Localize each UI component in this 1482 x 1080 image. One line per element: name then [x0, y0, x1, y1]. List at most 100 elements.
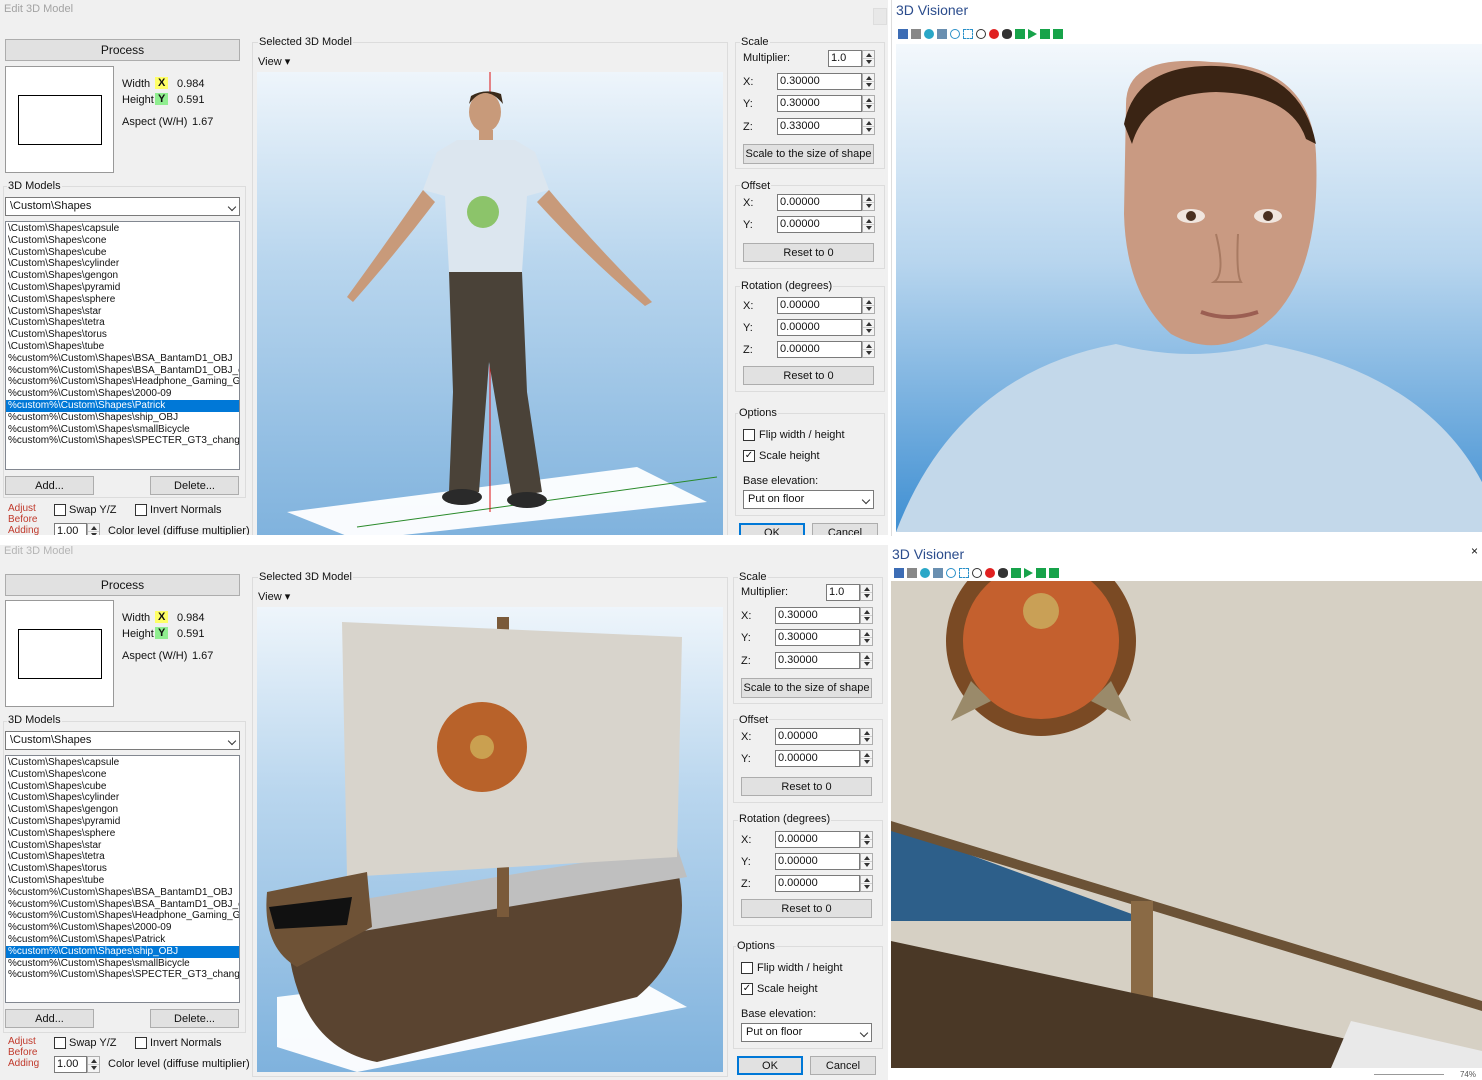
rotation-x-input[interactable]: 0.00000: [775, 831, 860, 848]
close-button[interactable]: [873, 8, 887, 25]
scale-y-spinner[interactable]: [862, 95, 875, 112]
scale-y-spinner[interactable]: [860, 629, 873, 646]
invert-normals-checkbox[interactable]: [135, 504, 147, 516]
ok-button[interactable]: OK: [739, 523, 805, 535]
view-menu[interactable]: View ▾: [258, 55, 290, 68]
list-item[interactable]: \Custom\Shapes\gengon: [6, 804, 239, 816]
save-icon[interactable]: [898, 29, 908, 39]
scale-x-spinner[interactable]: [862, 73, 875, 90]
flip-checkbox[interactable]: [741, 962, 753, 974]
list-item[interactable]: %custom%\Custom\Shapes\ship_OBJ: [6, 412, 239, 424]
print-icon[interactable]: [907, 568, 917, 578]
rotation-reset-button[interactable]: Reset to 0: [741, 899, 872, 918]
list-item[interactable]: %custom%\Custom\Shapes\BSA_BantamD1_OBJ_…: [6, 899, 239, 911]
rotation-y-spinner[interactable]: [860, 853, 873, 870]
scale-height-checkbox[interactable]: ✓: [743, 450, 755, 462]
multiplier-spinner[interactable]: [862, 50, 875, 67]
process-button[interactable]: Process: [5, 39, 240, 61]
eye-icon[interactable]: [998, 568, 1008, 578]
list-item[interactable]: \Custom\Shapes\capsule: [6, 223, 239, 235]
save-icon[interactable]: [894, 568, 904, 578]
list-item[interactable]: %custom%\Custom\Shapes\Patrick: [6, 399, 239, 412]
swap-yz-checkbox[interactable]: [54, 504, 66, 516]
close-icon[interactable]: ×: [1471, 544, 1478, 558]
offset-y-input[interactable]: 0.00000: [777, 216, 862, 233]
camera-icon[interactable]: [924, 29, 934, 39]
list-item[interactable]: \Custom\Shapes\cone: [6, 235, 239, 247]
scale-z-spinner[interactable]: [862, 118, 875, 135]
light-icon[interactable]: [976, 29, 986, 39]
scale-z-input[interactable]: 0.30000: [775, 652, 860, 669]
offset-reset-button[interactable]: Reset to 0: [743, 243, 874, 262]
list-item[interactable]: \Custom\Shapes\cone: [6, 769, 239, 781]
model-viewport[interactable]: [257, 607, 723, 1072]
list-item[interactable]: \Custom\Shapes\torus: [6, 863, 239, 875]
list-item[interactable]: %custom%\Custom\Shapes\Headphone_Gaming_…: [6, 376, 239, 388]
rotation-z-spinner[interactable]: [860, 875, 873, 892]
list-item[interactable]: \Custom\Shapes\star: [6, 840, 239, 852]
offset-x-spinner[interactable]: [860, 728, 873, 745]
list-item[interactable]: %custom%\Custom\Shapes\BSA_BantamD1_OBJ: [6, 353, 239, 365]
base-elevation-select[interactable]: Put on floor: [741, 1023, 872, 1042]
folder-select[interactable]: \Custom\Shapes: [5, 731, 240, 750]
invert-normals-checkbox[interactable]: [135, 1037, 147, 1049]
rotation-reset-button[interactable]: Reset to 0: [743, 366, 874, 385]
scale-height-checkbox[interactable]: ✓: [741, 983, 753, 995]
cancel-button[interactable]: Cancel: [810, 1056, 876, 1075]
play-icon[interactable]: [1028, 29, 1037, 39]
list-item[interactable]: \Custom\Shapes\cylinder: [6, 258, 239, 270]
list-item[interactable]: \Custom\Shapes\gengon: [6, 270, 239, 282]
orbit-icon[interactable]: [950, 29, 960, 39]
list-item[interactable]: %custom%\Custom\Shapes\Patrick: [6, 934, 239, 946]
list-item[interactable]: %custom%\Custom\Shapes\SPECTER_GT3_chang…: [6, 969, 239, 981]
color-level-input[interactable]: 1.00: [54, 1056, 87, 1073]
list-item[interactable]: %custom%\Custom\Shapes\Headphone_Gaming_…: [6, 910, 239, 922]
offset-y-input[interactable]: 0.00000: [775, 750, 860, 767]
scale-to-shape-button[interactable]: Scale to the size of shape: [741, 678, 872, 698]
offset-x-spinner[interactable]: [862, 194, 875, 211]
flip-checkbox[interactable]: [743, 429, 755, 441]
skip-forward-icon[interactable]: [1049, 568, 1059, 578]
visioner-viewport[interactable]: [896, 44, 1482, 532]
models-list[interactable]: \Custom\Shapes\capsule \Custom\Shapes\con…: [5, 755, 240, 1003]
print-icon[interactable]: [911, 29, 921, 39]
list-item[interactable]: \Custom\Shapes\tube: [6, 875, 239, 887]
color-level-spinner[interactable]: [87, 1056, 100, 1073]
delete-button[interactable]: Delete...: [150, 476, 239, 495]
record-icon[interactable]: [985, 568, 995, 578]
eye-icon[interactable]: [1002, 29, 1012, 39]
list-item[interactable]: \Custom\Shapes\cube: [6, 781, 239, 793]
grid-icon[interactable]: [937, 29, 947, 39]
list-item[interactable]: %custom%\Custom\Shapes\BSA_BantamD1_OBJ_…: [6, 365, 239, 377]
rotation-y-input[interactable]: 0.00000: [777, 319, 862, 336]
offset-y-spinner[interactable]: [860, 750, 873, 767]
skip-back-icon[interactable]: [1011, 568, 1021, 578]
scale-x-input[interactable]: 0.30000: [777, 73, 862, 90]
cancel-button[interactable]: Cancel: [812, 523, 878, 535]
multiplier-spinner[interactable]: [860, 584, 873, 601]
scale-z-spinner[interactable]: [860, 652, 873, 669]
list-item[interactable]: \Custom\Shapes\star: [6, 306, 239, 318]
base-elevation-select[interactable]: Put on floor: [743, 490, 874, 509]
rotation-z-spinner[interactable]: [862, 341, 875, 358]
list-item[interactable]: \Custom\Shapes\torus: [6, 329, 239, 341]
models-list[interactable]: \Custom\Shapes\capsule \Custom\Shapes\con…: [5, 221, 240, 470]
list-item[interactable]: %custom%\Custom\Shapes\BSA_BantamD1_OBJ: [6, 887, 239, 899]
color-level-spinner[interactable]: [87, 523, 100, 535]
offset-x-input[interactable]: 0.00000: [777, 194, 862, 211]
grid-icon[interactable]: [933, 568, 943, 578]
stop-icon[interactable]: [1036, 568, 1046, 578]
list-item[interactable]: %custom%\Custom\Shapes\smallBicycle: [6, 424, 239, 436]
swap-yz-checkbox[interactable]: [54, 1037, 66, 1049]
scale-to-shape-button[interactable]: Scale to the size of shape: [743, 144, 874, 164]
offset-reset-button[interactable]: Reset to 0: [741, 777, 872, 796]
multiplier-input[interactable]: 1.0: [828, 50, 862, 67]
scale-z-input[interactable]: 0.33000: [777, 118, 862, 135]
rotation-x-input[interactable]: 0.00000: [777, 297, 862, 314]
rotation-z-input[interactable]: 0.00000: [775, 875, 860, 892]
scale-y-input[interactable]: 0.30000: [775, 629, 860, 646]
list-item[interactable]: \Custom\Shapes\cylinder: [6, 792, 239, 804]
list-item[interactable]: %custom%\Custom\Shapes\smallBicycle: [6, 958, 239, 970]
skip-forward-icon[interactable]: [1053, 29, 1063, 39]
fit-icon[interactable]: [959, 568, 969, 578]
